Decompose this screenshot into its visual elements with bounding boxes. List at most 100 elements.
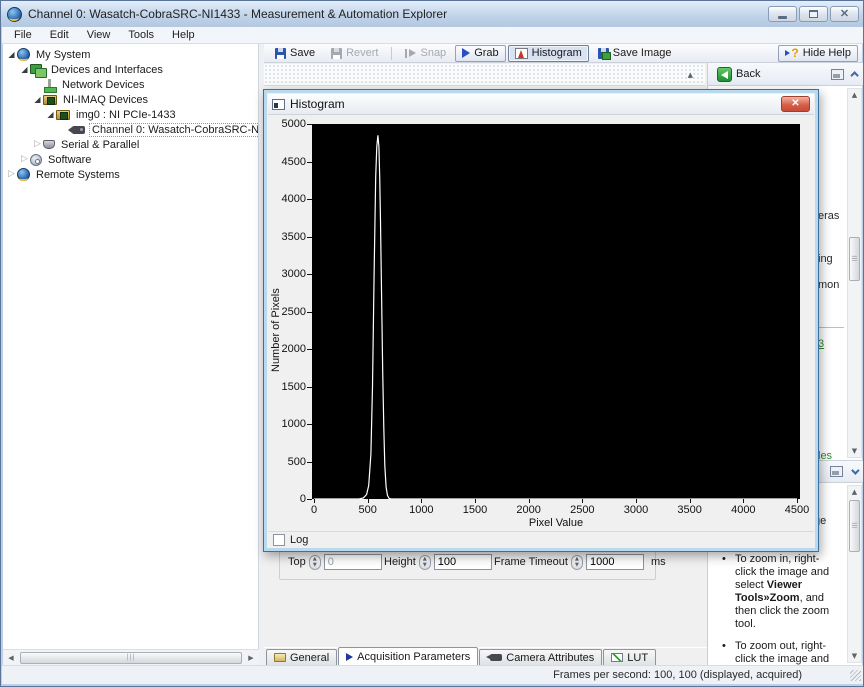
close-button[interactable]: ✕ [830,6,859,22]
revert-button[interactable]: Revert [324,45,385,62]
scrollbar-thumb[interactable]: ||| [20,651,242,664]
height-input[interactable] [433,554,492,570]
x-tick-label: 0 [310,504,318,516]
collapse-up-icon[interactable]: ▲ [688,71,693,79]
y-tick-mark [307,199,312,200]
x-tick-label: 3500 [677,504,702,516]
tab-general[interactable]: General [266,649,338,665]
tab-acquisition-parameters[interactable]: Acquisition Parameters [338,647,479,665]
scrollbar-thumb[interactable]: ☰ [849,500,860,552]
window-title: Channel 0: Wasatch-CobraSRC-NI1433 - Mea… [28,7,448,21]
height-spinner[interactable]: ▲ ▼ [418,554,431,570]
expanded-icon[interactable]: ◢ [19,62,30,77]
tab-camera-attributes[interactable]: Camera Attributes [479,649,603,665]
scroll-up-icon[interactable]: ▲ [848,89,861,101]
grab-button[interactable]: Grab [455,44,506,62]
histogram-label: Histogram [531,47,582,59]
back-arrow-icon [717,66,732,82]
y-tick-label: 4500 [281,155,306,168]
save-image-button[interactable]: Save Image [591,45,679,62]
maximize-button[interactable] [799,6,828,22]
y-tick-label: 500 [287,455,306,468]
help-text-fragment: mon [818,279,840,291]
scroll-up-icon[interactable]: ▲ [848,486,861,498]
frames-per-second-status: Frames per second: 100, 100 (displayed, … [553,669,802,681]
x-tick-mark [367,499,369,503]
tree-item-channel0[interactable]: Channel 0: Wasatch-CobraSRC-NI1433 [3,122,258,137]
toolbar-separator [391,46,393,60]
menu-help[interactable]: Help [163,28,204,42]
lut-tab-icon [611,653,624,662]
tab-lut[interactable]: LUT [603,649,657,665]
x-tick-label: 1000 [409,504,434,516]
log-checkbox[interactable] [273,534,285,546]
help-upper-scrollbar[interactable]: ▲ ☰ ▼ [847,88,862,458]
menu-tools[interactable]: Tools [119,28,163,42]
grab-label: Grab [474,47,499,59]
tree-horizontal-scrollbar[interactable]: ◀ ||| ▶ [3,649,259,665]
scroll-down-icon[interactable]: ▼ [848,650,861,662]
x-tick-label: 500 [358,504,377,516]
scroll-left-icon[interactable]: ◀ [3,651,19,665]
x-tick-mark [528,499,530,503]
y-tick-mark [307,124,312,125]
devices-icon [30,63,47,78]
back-button[interactable]: Back [712,65,765,84]
tree-item-label: Network Devices [62,78,145,91]
dialog-icon [272,98,285,110]
x-tick-mark [689,499,691,503]
minimize-button[interactable] [768,6,797,22]
help-window-icon[interactable] [831,68,844,80]
y-tick-label: 5000 [281,118,306,130]
scroll-down-icon[interactable]: ▼ [848,445,861,457]
help-link-fragment[interactable]: les [818,450,832,460]
save-label: Save [290,47,316,59]
expand-help-icon[interactable] [851,465,860,475]
dialog-close-button[interactable]: ✕ [781,96,810,112]
histogram-button[interactable]: Histogram [507,44,589,62]
resize-grip[interactable] [850,670,861,681]
frame-timeout-spinner[interactable]: ▲ ▼ [570,554,583,570]
collapsed-attribute-strip[interactable]: ▲ [264,64,705,86]
y-tick-mark [307,499,312,500]
frame-timeout-label: Frame Timeout [494,556,568,568]
tree-item-network-devices[interactable]: Network Devices [3,77,258,93]
expanded-icon[interactable]: ◢ [6,47,17,62]
revert-label: Revert [346,47,379,59]
collapse-help-icon[interactable] [850,71,859,80]
hide-help-button[interactable]: ? Hide Help [778,44,858,62]
maximize-icon [809,10,818,18]
expanded-icon[interactable]: ◢ [32,92,43,107]
y-tick-label: 4000 [281,193,306,205]
top-field: Top ▲ ▼ [288,554,382,570]
tree-item-label: Remote Systems [36,168,120,181]
top-spinner[interactable]: ▲ ▼ [308,554,321,570]
collapsed-icon[interactable]: ▷ [32,137,43,152]
dialog-titlebar[interactable]: Histogram ✕ [268,94,814,115]
menu-edit[interactable]: Edit [41,28,78,42]
frame-timeout-field: Frame Timeout ▲▼ ms [494,554,666,570]
collapsed-icon[interactable]: ▷ [19,152,30,167]
expanded-icon[interactable]: ◢ [45,107,56,122]
snap-button[interactable]: Snap [398,45,453,62]
scroll-right-icon[interactable]: ▶ [243,651,259,665]
titlebar[interactable]: Channel 0: Wasatch-CobraSRC-NI1433 - Mea… [1,1,863,27]
scrollbar-thumb[interactable]: ☰ [849,237,860,281]
collapsed-icon[interactable]: ▷ [6,167,17,182]
help-lower-scrollbar[interactable]: ▲ ☰ ▼ [847,485,862,663]
tree-item-img0[interactable]: ◢ img0 : NI PCIe-1433 [3,107,258,122]
remote-systems-icon [17,168,30,181]
menu-file[interactable]: File [5,28,41,42]
frame-timeout-input[interactable] [585,554,644,570]
y-tick-mark [307,386,312,388]
menu-view[interactable]: View [78,28,120,42]
tree-item-serial-parallel[interactable]: ▷ Serial & Parallel [3,137,258,152]
tree-item-ni-imaq-devices[interactable]: ◢ NI-IMAQ Devices [3,92,258,107]
tree-item-devices-and-interfaces[interactable]: ◢ Devices and Interfaces [3,62,258,78]
tree-item-software[interactable]: ▷ Software [3,152,258,167]
tree-item-remote-systems[interactable]: ▷ Remote Systems [3,167,258,182]
tree-item-my-system[interactable]: ◢ My System [3,47,258,62]
help-window-icon[interactable] [830,466,843,477]
save-button[interactable]: Save [268,45,322,62]
top-input[interactable] [323,554,382,570]
